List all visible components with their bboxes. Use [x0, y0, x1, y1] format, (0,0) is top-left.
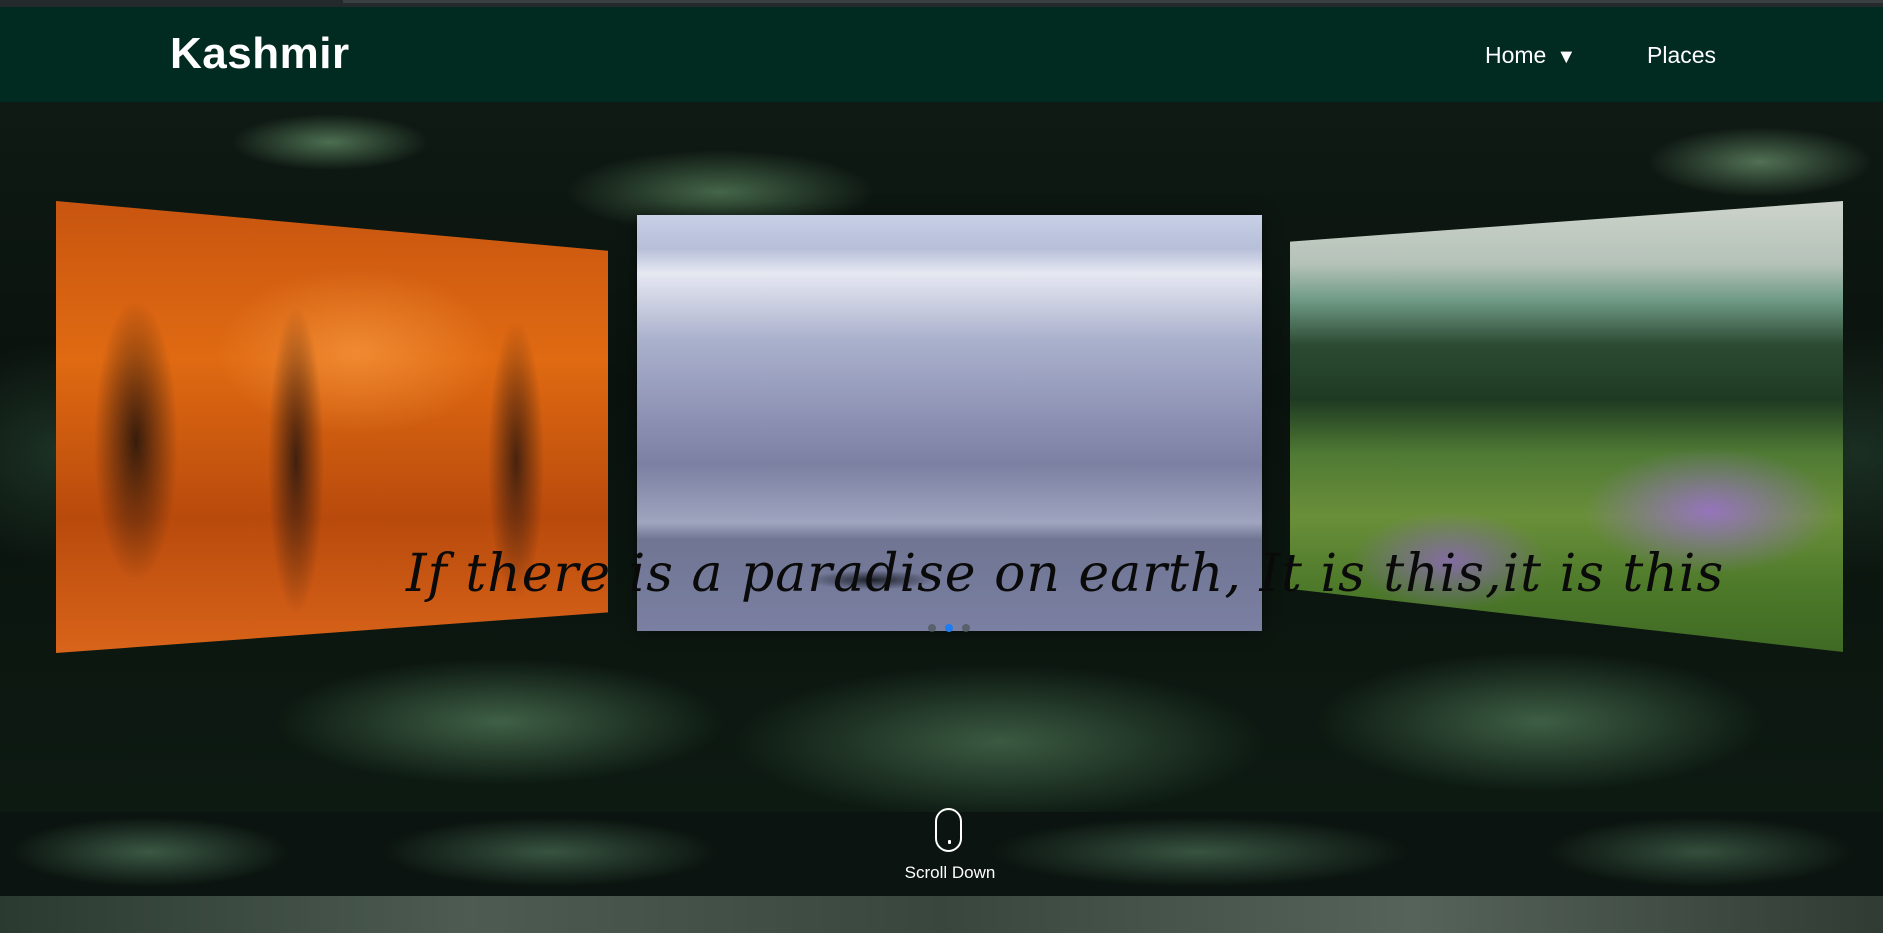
hero-quote: If there is a paradise on earth, It is t… [406, 544, 1725, 604]
nav-places[interactable]: Places [1647, 42, 1716, 69]
navbar: Kashmir Home ▼ Places [0, 7, 1883, 102]
carousel-dot[interactable] [928, 624, 936, 632]
mouse-icon[interactable] [935, 808, 962, 852]
carousel-dot[interactable] [962, 624, 970, 632]
nav-home-label: Home [1485, 42, 1547, 68]
nav-home[interactable]: Home ▼ [1485, 42, 1576, 69]
carousel-dot-active[interactable] [945, 624, 953, 632]
chevron-down-icon: ▼ [1556, 46, 1577, 68]
scroll-down-label[interactable]: Scroll Down [890, 863, 1010, 883]
next-section-preview [0, 896, 1883, 933]
browser-top-line [0, 0, 1883, 7]
brand-logo[interactable]: Kashmir [170, 29, 350, 79]
hero-section: If there is a paradise on earth, It is t… [0, 102, 1883, 812]
